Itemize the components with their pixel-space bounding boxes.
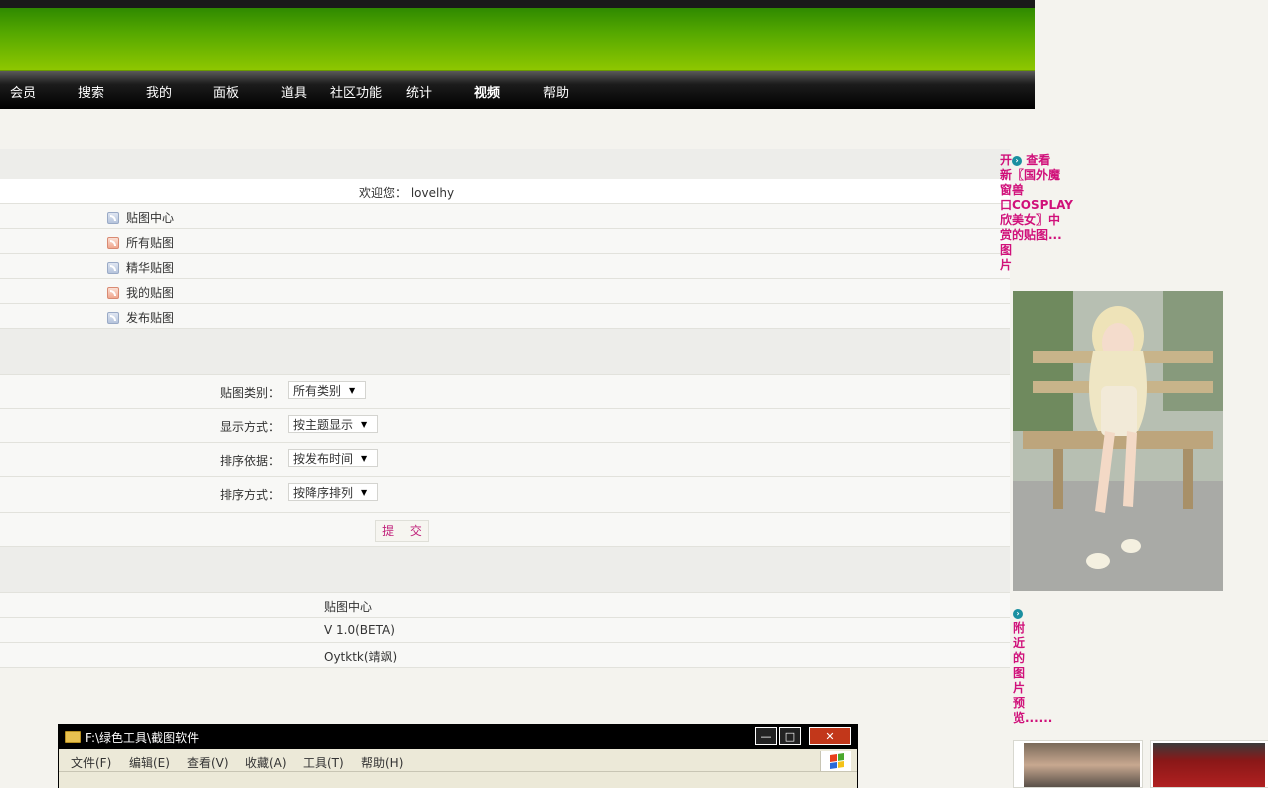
username: lovelhy [410,186,455,200]
thumbnail-image [1153,743,1265,787]
menu-link-post-image[interactable]: 发布贴图 [107,309,174,326]
featured-photo[interactable] [1013,291,1223,591]
thumbnail-image [1024,743,1140,787]
nav-item-mine[interactable]: 我的 [146,82,172,101]
arrow-right-icon: › [1012,155,1023,166]
photo-illustration [1013,291,1223,591]
window-title: F:\绿色工具\截图软件 [85,730,200,745]
menu-link-featured-images[interactable]: 精华贴图 [107,259,174,276]
menu-row: 精华贴图 [0,254,1010,279]
menu-link-all-images[interactable]: 所有贴图 [107,234,174,251]
rss-icon [107,261,119,274]
window-titlebar[interactable]: F:\绿色工具\截图软件 — □ ✕ [59,725,857,749]
nav-item-panel[interactable]: 面板 [213,82,239,101]
nav-item-help[interactable]: 帮助 [543,82,569,101]
site-header: 会员 搜索 我的 面板 道具 社区功能 统计 视频 帮助 [0,0,1035,109]
menu-favorites[interactable]: 收藏(A) [245,754,287,771]
category-select[interactable]: 所有类别 ▼ [288,381,366,399]
header-banner [0,8,1035,71]
info-row: 贴图中心 [0,593,1010,618]
rss-icon [107,286,119,299]
submit-row: 提 交 [0,513,1010,547]
filter-row: 排序方式： 按降序排列 ▼ [0,477,1010,513]
menu-row: 发布贴图 [0,304,1010,329]
header-topbar [0,0,1035,8]
menu-row: 贴图中心 [0,204,1010,229]
nav-item-search[interactable]: 搜索 [78,82,104,101]
nav-item-members[interactable]: 会员 [10,82,36,101]
info-author: Oytktk(靖飒) [324,650,398,664]
nav-item-video[interactable]: 视频 [474,82,500,101]
filter-row: 排序依据： 按发布时间 ▼ [0,443,1010,477]
category-label: 贴图类别： [220,386,281,400]
menu-link-my-images[interactable]: 我的贴图 [107,284,174,301]
nav-item-community[interactable]: 社区功能 [330,82,382,101]
filter-row: 显示方式： 按主题显示 ▼ [0,409,1010,443]
menu-file[interactable]: 文件(F) [71,754,111,771]
main-nav: 会员 搜索 我的 面板 道具 社区功能 统计 视频 帮助 [0,71,1035,109]
welcome-text: 欢迎您： lovelhy [359,186,455,200]
explorer-window: F:\绿色工具\截图软件 — □ ✕ 文件(F) 编辑(E) 查看(V) 收藏(… [58,724,858,788]
menu-edit[interactable]: 编辑(E) [129,754,170,771]
nearby-images-link[interactable]: › 附 近 的 图 片 预 览...... [1013,606,1053,726]
sort-order-select[interactable]: 按降序排列 ▼ [288,483,378,501]
welcome-row: 欢迎您： lovelhy [0,179,1010,204]
chevron-down-icon: ▼ [360,453,368,463]
maximize-button[interactable]: □ [779,727,801,745]
info-header [0,547,1010,593]
menu-help[interactable]: 帮助(H) [361,754,403,771]
menu-row: 所有贴图 [0,229,1010,254]
filter-row: 贴图类别： 所有类别 ▼ [0,375,1010,409]
windows-logo-icon [820,751,851,771]
sort-order-label: 排序方式： [220,488,281,502]
chevron-down-icon: ▼ [348,385,356,395]
thumbnail-2[interactable] [1150,740,1268,788]
arrow-right-icon: › [1013,608,1023,619]
menu-view[interactable]: 查看(V) [187,754,229,771]
sort-by-select[interactable]: 按发布时间 ▼ [288,449,378,467]
rss-icon [107,236,119,249]
submit-button[interactable]: 提 交 [375,520,429,542]
sort-by-label: 排序依据： [220,454,281,468]
window-menubar: 文件(F) 编辑(E) 查看(V) 收藏(A) 工具(T) 帮助(H) [59,749,857,772]
display-label: 显示方式： [220,420,281,434]
rss-icon [107,211,119,224]
info-row: V 1.0(BETA) [0,618,1010,643]
info-version: V 1.0(BETA) [324,623,395,637]
chevron-down-icon: ▼ [360,419,368,429]
info-row: Oytktk(靖飒) [0,643,1010,668]
menu-tools[interactable]: 工具(T) [303,754,344,771]
menu-row: 我的贴图 [0,279,1010,304]
folder-icon [65,731,81,743]
info-name: 贴图中心 [324,600,373,614]
window-toolbar [59,772,857,788]
sidebar-promo-link[interactable]: 开 › 查看 新〖国外魔 窗兽 口COSPLAY 欣美女〗中 赏的贴图... 图 … [1000,153,1080,273]
display-select[interactable]: 按主题显示 ▼ [288,415,378,433]
thumbnail-1[interactable] [1013,740,1143,788]
rss-icon [107,311,119,324]
chevron-down-icon: ▼ [360,487,368,497]
nav-item-items[interactable]: 道具 [281,82,307,101]
filter-header [0,329,1010,375]
nav-item-stats[interactable]: 统计 [406,82,432,101]
minimize-button[interactable]: — [755,727,777,745]
section-header [0,149,1010,180]
menu-link-gallery-center[interactable]: 贴图中心 [107,209,174,226]
close-button[interactable]: ✕ [809,727,851,745]
